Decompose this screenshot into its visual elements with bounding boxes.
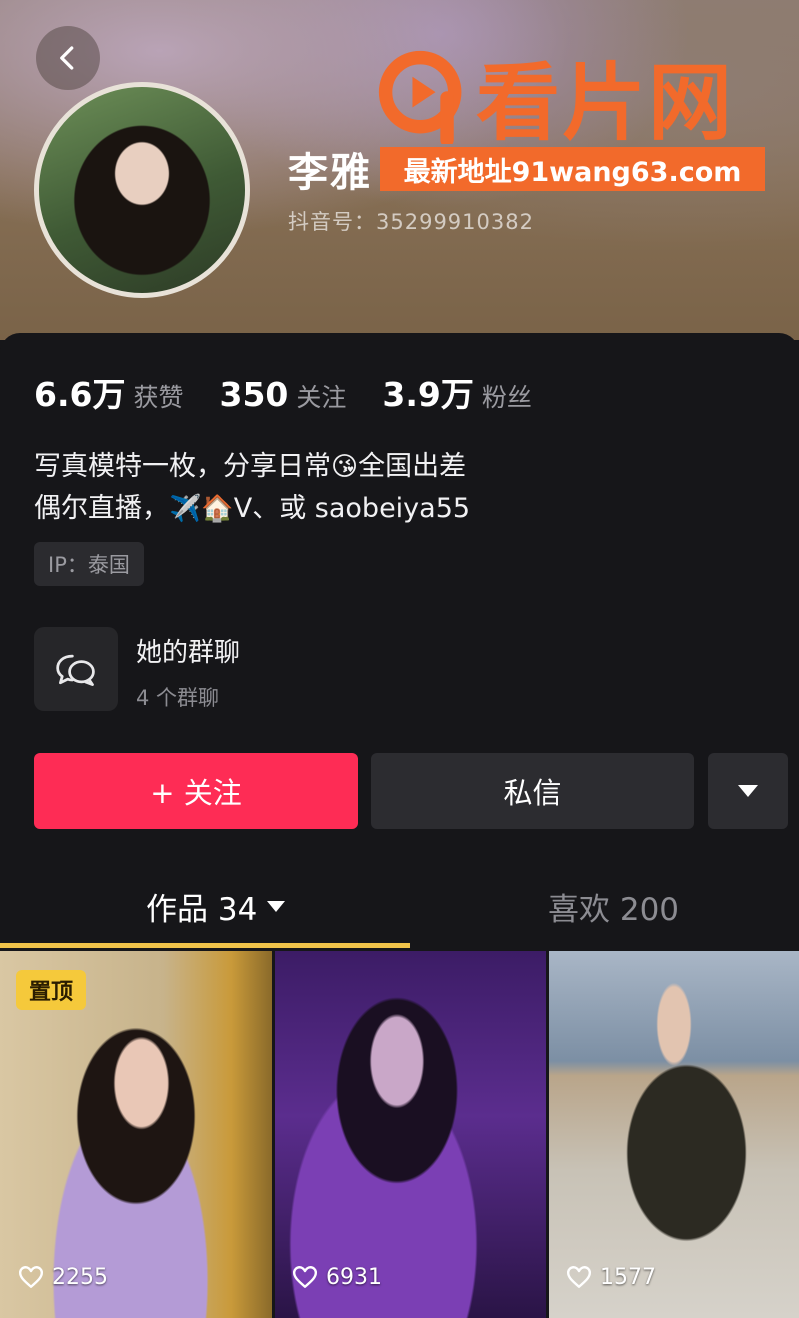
- like-count-value: 2255: [52, 1264, 108, 1290]
- bio-line-1: 写真模特一枚，分享日常😘全国出差: [34, 446, 470, 488]
- tab-works-label: 作品 34: [146, 892, 258, 928]
- back-button[interactable]: [36, 26, 100, 90]
- video-like-count: 1577: [566, 1264, 656, 1290]
- caret-down-icon: [267, 901, 286, 912]
- stat-followers[interactable]: 3.9万 粉丝: [382, 368, 531, 416]
- video-thumbnail[interactable]: [549, 951, 799, 1318]
- play-logo-icon: [378, 50, 462, 144]
- message-button[interactable]: 私信: [371, 753, 694, 829]
- chat-bubbles-icon: [56, 654, 95, 686]
- tab-active-indicator: [0, 943, 410, 948]
- group-chat-button[interactable]: [34, 627, 118, 711]
- plane-house-emoji-icon: ✈️🏠: [169, 494, 234, 524]
- bio-text: 写真模特一枚，分享日常: [34, 451, 331, 482]
- bio-text: 全国出差: [358, 451, 467, 482]
- video-thumbnail[interactable]: [275, 951, 546, 1318]
- group-chat-title[interactable]: 她的群聊: [136, 632, 240, 669]
- video-like-count: 6931: [292, 1264, 382, 1290]
- stat-following[interactable]: 350 关注: [219, 375, 346, 414]
- bio-line-2: 偶尔直播，✈️🏠V、或 saobeiya55: [34, 488, 470, 530]
- stat-value: 350: [219, 375, 289, 414]
- ip-location-tag: IP：泰国: [34, 542, 144, 586]
- stat-likes[interactable]: 6.6万 获赞: [34, 368, 183, 416]
- heart-icon: [566, 1266, 592, 1288]
- douyin-id: 抖音号：35299910382: [288, 210, 534, 234]
- tab-likes[interactable]: 喜欢 200: [548, 884, 679, 929]
- bio-text: 偶尔直播，: [34, 493, 169, 524]
- like-count-value: 1577: [600, 1264, 656, 1290]
- stat-label: 粉丝: [481, 383, 532, 412]
- avatar[interactable]: [34, 82, 250, 298]
- profile-bio: 写真模特一枚，分享日常😘全国出差 偶尔直播，✈️🏠V、或 saobeiya55: [34, 446, 470, 530]
- stat-label: 获赞: [133, 383, 184, 412]
- stat-label: 关注: [296, 383, 347, 412]
- watermark-url: 最新地址91wang63.com: [380, 147, 765, 191]
- stat-value: 3.9万: [382, 375, 474, 414]
- profile-stats: 6.6万 获赞 350 关注 3.9万 粉丝: [34, 368, 568, 416]
- follow-button[interactable]: + 关注: [34, 753, 358, 829]
- kiss-emoji-icon: 😘: [331, 452, 359, 482]
- chevron-left-icon: [60, 46, 74, 70]
- profile-name: 李雅: [288, 150, 372, 196]
- bio-text: V、或 saobeiya55: [233, 493, 471, 524]
- more-dropdown-button[interactable]: [708, 753, 788, 829]
- watermark-logo: 看片网: [376, 40, 786, 152]
- caret-down-icon: [738, 785, 758, 797]
- video-like-count: 2255: [18, 1264, 108, 1290]
- tab-works[interactable]: 作品 34: [146, 884, 286, 929]
- group-chat-count: 4 个群聊: [136, 686, 220, 710]
- tab-likes-label: 喜欢 200: [548, 892, 680, 928]
- pinned-badge: 置顶: [16, 970, 86, 1010]
- stat-value: 6.6万: [34, 375, 126, 414]
- heart-icon: [18, 1266, 44, 1288]
- watermark-text: 看片网: [476, 53, 735, 152]
- heart-icon: [292, 1266, 318, 1288]
- like-count-value: 6931: [326, 1264, 382, 1290]
